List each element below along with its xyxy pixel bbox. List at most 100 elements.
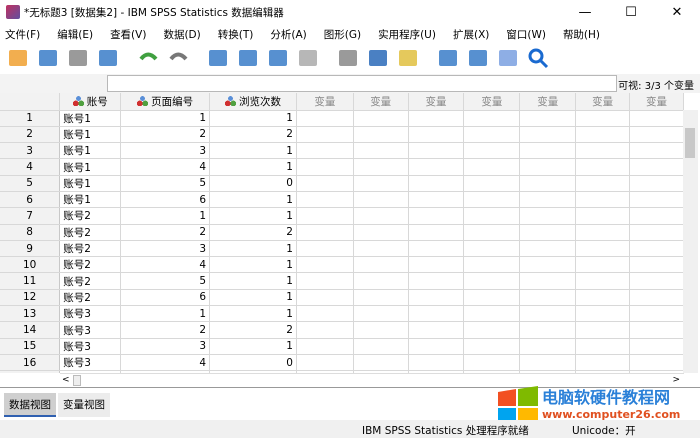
- empty-cell[interactable]: [296, 272, 354, 290]
- empty-cell[interactable]: [629, 272, 684, 290]
- data-cell[interactable]: 4: [120, 256, 211, 274]
- empty-cell[interactable]: [575, 175, 631, 192]
- empty-variable-header[interactable]: 变量: [353, 93, 409, 111]
- cell-value-input[interactable]: [107, 75, 617, 92]
- data-cell[interactable]: 5: [120, 175, 211, 192]
- empty-cell[interactable]: [629, 110, 684, 127]
- empty-cell[interactable]: [463, 256, 521, 274]
- empty-variable-header[interactable]: 变量: [575, 93, 631, 111]
- data-cell[interactable]: 0: [209, 354, 297, 372]
- empty-cell[interactable]: [353, 240, 409, 258]
- empty-cell[interactable]: [408, 240, 465, 258]
- data-cell[interactable]: 账号2: [59, 224, 122, 241]
- empty-cell[interactable]: [463, 240, 521, 258]
- data-cell[interactable]: 账号3: [59, 321, 122, 339]
- data-cell[interactable]: 账号2: [59, 256, 122, 274]
- empty-cell[interactable]: [575, 191, 631, 209]
- row-number[interactable]: 8: [0, 224, 61, 241]
- empty-cell[interactable]: [296, 321, 354, 339]
- empty-cell[interactable]: [408, 175, 465, 192]
- data-cell[interactable]: 1: [209, 207, 297, 225]
- print-icon[interactable]: [66, 46, 90, 70]
- data-cell[interactable]: 1: [209, 305, 297, 323]
- data-cell[interactable]: 2: [209, 224, 297, 241]
- scroll-left-icon[interactable]: <: [62, 375, 70, 385]
- empty-variable-header[interactable]: 变量: [629, 93, 684, 111]
- empty-cell[interactable]: [575, 354, 631, 372]
- empty-cell[interactable]: [519, 110, 577, 127]
- data-cell[interactable]: 5: [120, 272, 211, 290]
- row-number[interactable]: 6: [0, 191, 61, 209]
- undo-icon[interactable]: [136, 46, 160, 70]
- empty-cell[interactable]: [408, 224, 465, 241]
- empty-cell[interactable]: [296, 338, 354, 355]
- empty-cell[interactable]: [463, 207, 521, 225]
- use-sets-icon[interactable]: [496, 46, 520, 70]
- variables-icon[interactable]: [266, 46, 290, 70]
- row-number[interactable]: 5: [0, 175, 61, 192]
- data-cell[interactable]: 1: [209, 110, 297, 127]
- empty-cell[interactable]: [463, 224, 521, 241]
- empty-cell[interactable]: [408, 305, 465, 323]
- data-cell[interactable]: 4: [120, 354, 211, 372]
- empty-cell[interactable]: [353, 207, 409, 225]
- empty-cell[interactable]: [575, 110, 631, 127]
- empty-cell[interactable]: [296, 126, 354, 144]
- empty-cell[interactable]: [463, 191, 521, 209]
- empty-cell[interactable]: [408, 126, 465, 144]
- menu-item-4[interactable]: 转换(T): [218, 27, 254, 42]
- data-cell[interactable]: 2: [120, 224, 211, 241]
- empty-cell[interactable]: [519, 338, 577, 355]
- data-cell[interactable]: 1: [120, 207, 211, 225]
- empty-cell[interactable]: [519, 289, 577, 307]
- minimize-button[interactable]: —: [562, 0, 608, 24]
- empty-cell[interactable]: [408, 207, 465, 225]
- data-cell[interactable]: 1: [209, 338, 297, 355]
- menu-item-8[interactable]: 扩展(X): [453, 27, 489, 42]
- empty-cell[interactable]: [296, 191, 354, 209]
- empty-cell[interactable]: [629, 175, 684, 192]
- empty-cell[interactable]: [519, 158, 577, 176]
- data-cell[interactable]: 1: [120, 110, 211, 127]
- empty-cell[interactable]: [629, 207, 684, 225]
- row-number[interactable]: 13: [0, 305, 61, 323]
- empty-cell[interactable]: [353, 272, 409, 290]
- empty-cell[interactable]: [519, 224, 577, 241]
- scroll-thumb[interactable]: [685, 128, 695, 158]
- empty-variable-header[interactable]: 变量: [519, 93, 577, 111]
- empty-cell[interactable]: [629, 191, 684, 209]
- empty-cell[interactable]: [296, 207, 354, 225]
- tab-data-view[interactable]: 数据视图: [4, 393, 56, 417]
- empty-variable-header[interactable]: 变量: [463, 93, 521, 111]
- data-cell[interactable]: 账号3: [59, 338, 122, 355]
- empty-cell[interactable]: [463, 305, 521, 323]
- data-cell[interactable]: 2: [209, 126, 297, 144]
- column-header[interactable]: 账号: [59, 93, 122, 111]
- empty-cell[interactable]: [629, 354, 684, 372]
- empty-cell[interactable]: [463, 354, 521, 372]
- empty-cell[interactable]: [408, 158, 465, 176]
- empty-cell[interactable]: [296, 224, 354, 241]
- data-cell[interactable]: 账号3: [59, 305, 122, 323]
- data-cell[interactable]: 1: [209, 191, 297, 209]
- goto-variable-icon[interactable]: [236, 46, 260, 70]
- empty-cell[interactable]: [575, 256, 631, 274]
- empty-cell[interactable]: [629, 240, 684, 258]
- data-cell[interactable]: 1: [209, 142, 297, 160]
- row-number[interactable]: 7: [0, 207, 61, 225]
- row-number[interactable]: 11: [0, 272, 61, 290]
- row-number[interactable]: 15: [0, 338, 61, 355]
- data-cell[interactable]: 6: [120, 289, 211, 307]
- empty-cell[interactable]: [575, 272, 631, 290]
- empty-cell[interactable]: [408, 354, 465, 372]
- menu-item-9[interactable]: 窗口(W): [506, 27, 546, 42]
- data-cell[interactable]: 3: [120, 338, 211, 355]
- empty-cell[interactable]: [629, 289, 684, 307]
- data-cell[interactable]: 1: [209, 272, 297, 290]
- empty-cell[interactable]: [519, 142, 577, 160]
- empty-variable-header[interactable]: 变量: [296, 93, 354, 111]
- row-number[interactable]: 1: [0, 110, 61, 127]
- empty-cell[interactable]: [519, 256, 577, 274]
- tab-variable-view[interactable]: 变量视图: [58, 393, 110, 417]
- empty-cell[interactable]: [519, 321, 577, 339]
